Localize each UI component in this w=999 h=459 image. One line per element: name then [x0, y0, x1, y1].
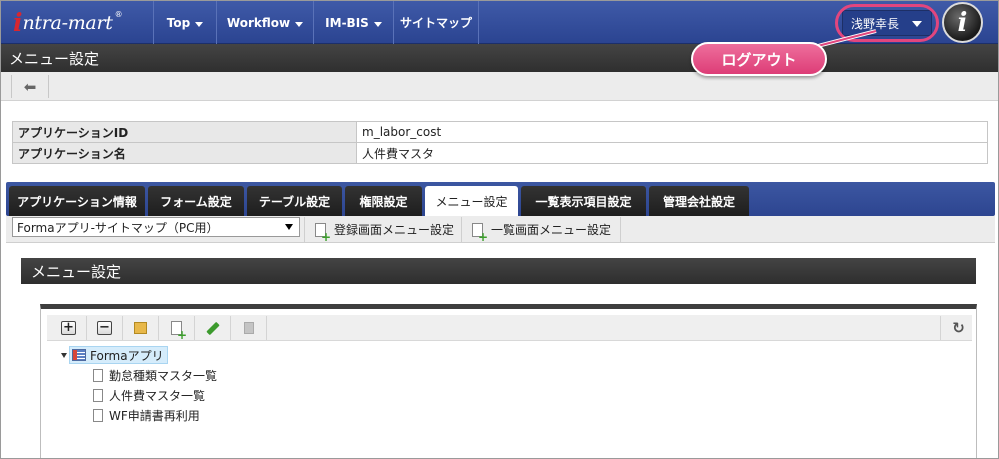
tab-permission-settings[interactable]: 権限設定	[345, 186, 422, 216]
delete-icon	[243, 322, 254, 334]
settings-tabs: アプリケーション情報 フォーム設定 テーブル設定 権限設定 メニュー設定 一覧表…	[6, 182, 995, 216]
logout-label: ログアウト	[721, 50, 797, 69]
collapse-all-icon: −	[97, 321, 112, 335]
chevron-down-icon	[295, 22, 304, 27]
edit-icon	[205, 321, 220, 335]
info-icon[interactable]: i	[942, 2, 983, 43]
app-name-label: アプリケーション名	[12, 142, 357, 164]
add-document-icon	[472, 222, 488, 242]
page-icon	[93, 408, 103, 422]
tree-item[interactable]: 人件費マスタ一覧	[93, 386, 205, 404]
add-document-icon	[315, 222, 331, 242]
add-folder-icon	[134, 322, 147, 334]
expanded-triangle-icon[interactable]	[61, 353, 67, 358]
app-grid-icon	[72, 349, 86, 361]
chevron-down-icon	[195, 22, 204, 27]
nav-top[interactable]: Top	[153, 1, 216, 44]
tab-form-settings[interactable]: フォーム設定	[148, 186, 244, 216]
back-toolbar: ⬅	[1, 72, 998, 101]
tab-table-settings[interactable]: テーブル設定	[247, 186, 342, 216]
page-icon	[93, 388, 103, 402]
add-page-button[interactable]	[159, 316, 195, 340]
user-menu-highlight	[835, 4, 939, 42]
app-id-value: m_labor_cost	[356, 121, 988, 143]
app-window: i ntra-mart ® Top Workflow IM-BIS サイトマップ…	[0, 0, 999, 459]
table-row: アプリケーション名 人件費マスタ	[12, 142, 988, 164]
expand-all-button[interactable]: +	[51, 316, 87, 340]
refresh-icon: ↻	[952, 319, 965, 337]
page-title-bar: メニュー設定	[1, 44, 998, 72]
delete-button[interactable]	[231, 316, 267, 340]
page-icon	[93, 368, 103, 382]
list-screen-menu-label: 一覧画面メニュー設定	[491, 223, 612, 237]
tree-item-label: WF申請書再利用	[109, 408, 200, 423]
nav-im-bis-label: IM-BIS	[325, 15, 369, 30]
tree-root-selection[interactable]: Formaアプリ	[69, 346, 168, 364]
nav-workflow-label: Workflow	[226, 15, 291, 30]
menu-section-header: メニュー設定	[21, 258, 976, 284]
edit-button[interactable]	[195, 316, 231, 340]
app-name-value: 人件費マスタ	[356, 142, 988, 164]
tab-app-info[interactable]: アプリケーション情報	[9, 186, 145, 216]
collapse-all-button[interactable]: −	[87, 316, 123, 340]
app-info-table: アプリケーションID m_labor_cost アプリケーション名 人件費マスタ	[12, 121, 988, 164]
tree-item[interactable]: 勤怠種類マスタ一覧	[93, 366, 217, 384]
tree-item-label: 勤怠種類マスタ一覧	[109, 368, 218, 383]
page-title: メニュー設定	[9, 49, 100, 68]
logo-registered-mark: ®	[114, 10, 123, 19]
sitemap-select[interactable]: Formaアプリ-サイトマップ（PC用）	[12, 217, 300, 237]
tree-item-label: 人件費マスタ一覧	[109, 388, 206, 403]
chevron-down-icon	[285, 224, 293, 230]
tree-root-label: Formaアプリ	[90, 348, 164, 363]
chevron-down-icon	[373, 22, 382, 27]
menu-sub-toolbar: Formaアプリ-サイトマップ（PC用） 登録画面メニュー設定 一覧画面メニュー…	[6, 216, 995, 243]
nav-sitemap-label: サイトマップ	[399, 16, 472, 30]
nav-workflow[interactable]: Workflow	[216, 1, 313, 44]
nav-im-bis[interactable]: IM-BIS	[313, 1, 393, 44]
list-screen-menu-button[interactable]: 一覧画面メニュー設定	[461, 217, 621, 242]
tree-item[interactable]: WF申請書再利用	[93, 406, 200, 424]
top-navigation-bar: i ntra-mart ® Top Workflow IM-BIS サイトマップ…	[1, 1, 998, 44]
sitemap-select-value: Formaアプリ-サイトマップ（PC用）	[17, 220, 219, 235]
tab-list-item-settings[interactable]: 一覧表示項目設定	[521, 186, 646, 216]
intra-mart-logo[interactable]: i ntra-mart ®	[1, 1, 153, 44]
nav-sitemap[interactable]: サイトマップ	[393, 1, 479, 44]
register-screen-menu-label: 登録画面メニュー設定	[334, 223, 455, 237]
register-screen-menu-button[interactable]: 登録画面メニュー設定	[304, 217, 461, 242]
back-button[interactable]: ⬅	[11, 75, 49, 98]
arrow-left-icon: ⬅	[23, 77, 37, 96]
menu-section-title: メニュー設定	[31, 262, 122, 281]
logo-mark: i	[13, 8, 23, 37]
add-folder-button[interactable]	[123, 316, 159, 340]
expand-all-icon: +	[61, 321, 76, 335]
refresh-button[interactable]: ↻	[940, 316, 976, 340]
menu-tree-panel: + − ↻ Formaアプリ	[40, 304, 977, 458]
nav-top-label: Top	[166, 15, 191, 30]
tree-toolbar: + − ↻	[47, 315, 972, 341]
app-id-label: アプリケーションID	[12, 121, 357, 143]
tab-menu-settings[interactable]: メニュー設定	[425, 186, 518, 216]
add-page-icon	[171, 321, 187, 340]
tree-root-node[interactable]: Formaアプリ	[61, 346, 168, 364]
logout-callout: ログアウト	[691, 42, 827, 76]
tab-company-settings[interactable]: 管理会社設定	[649, 186, 749, 216]
table-row: アプリケーションID m_labor_cost	[12, 121, 988, 143]
logo-text: ntra-mart	[22, 11, 113, 34]
